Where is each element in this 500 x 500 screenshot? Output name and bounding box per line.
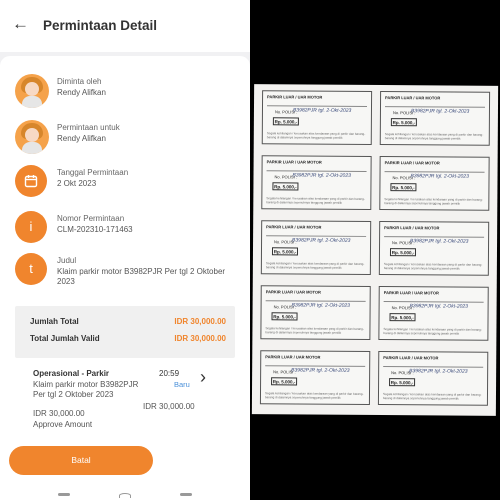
receipt-photo: PARKIR LUAR / UAR MOTOR No. POLISI : B3982… [250,0,500,500]
expense-description: Klaim parkir motor B3982PJR Per tgl 2 Ok… [33,380,139,399]
ticket-price: Rp. 5.000,- [271,377,298,386]
parking-ticket: PARKIR LUAR / UAR MOTOR No. POLISI : B3982… [379,91,491,146]
ticket-plate-handwriting: B3982PJR tgl. 2-Okt-2023 [292,172,351,179]
parking-ticket: PARKIR LUAR / UAR MOTOR No. POLISI : B3982… [378,221,490,276]
parking-ticket: PARKIR LUAR / UAR MOTOR No. POLISI : B3982… [260,220,372,275]
parking-ticket: PARKIR LUAR / UAR MOTOR No. POLISI : B3982… [261,90,373,145]
parking-ticket: PARKIR LUAR / UAR MOTOR No. POLISI : B3982… [379,156,490,211]
ticket-price: Rp. 5.000,- [272,117,299,126]
detail-value: CLM-202310-171463 [57,225,133,234]
parking-ticket: PARKIR LUAR / UAR MOTOR No. POLISI : B3982… [378,286,489,341]
ticket-plate-handwriting: B3982PJR tgl. 2-Okt-2023 [292,237,351,244]
ticket-title: PARKIR LUAR / UAR MOTOR [267,94,323,100]
ticket-footer: Segala kehilangan / kerusakan atas kenda… [384,132,484,141]
approve-amount-label: Approve Amount [33,420,93,429]
ticket-title: PARKIR LUAR / UAR MOTOR [383,290,439,296]
info-icon: i [15,211,47,243]
ticket-price: Rp. 5.000,- [389,378,416,387]
ticket-title: PARKIR LUAR / UAR MOTOR [266,159,322,165]
ticket-footer: Segala kehilangan / kerusakan atas kenda… [382,392,482,401]
parking-tickets-sheet: PARKIR LUAR / UAR MOTOR No. POLISI : B3982… [251,84,499,416]
ticket-plate-handwriting: B3982PJR tgl. 2-Okt-2023 [410,108,470,115]
detail-value: Rendy Alifkan [57,134,106,143]
ticket-plate-handwriting: B3982PJR tgl. 2-Okt-2023 [291,302,351,309]
ticket-plate-handwriting: B3982PJR tgl. 2-Okt-2023 [410,173,469,180]
arrow-left-icon[interactable]: ← [12,14,29,34]
calendar-icon [15,165,47,197]
amount-summary: Jumlah Total IDR 30,000.00 Total Jumlah … [15,306,235,358]
expense-amount-right: IDR 30,000.00 [143,402,195,411]
detail-label: Tanggal Permintaan [57,168,129,177]
ticket-title: PARKIR LUAR / UAR MOTOR [385,95,441,101]
ticket-title: PARKIR LUAR / UAR MOTOR [266,224,322,230]
chevron-right-icon[interactable]: › [200,367,206,388]
ticket-plate-handwriting: B3982PJR tgl. 2-Okt-2023 [409,303,469,310]
detail-label: Permintaan untuk [57,123,120,132]
ticket-footer: Segala kehilangan / kerusakan atas kenda… [265,261,365,270]
avatar [15,120,49,154]
title-icon: t [15,253,47,285]
ticket-footer: Segala kehilangan / kerusakan atas kenda… [264,391,364,400]
detail-label: Judul [57,256,77,265]
expense-time: 20:59 [159,369,180,378]
ticket-title: PARKIR LUAR / UAR MOTOR [384,225,440,231]
ticket-title: PARKIR LUAR / UAR MOTOR [265,289,321,295]
cancel-button[interactable]: Batal [9,446,153,475]
home-nav-icon[interactable] [119,493,131,498]
ticket-price: Rp. 5.000,- [390,118,417,127]
back-nav-icon[interactable] [180,493,192,496]
avatar [15,74,49,108]
parking-ticket: PARKIR LUAR / UAR MOTOR No. POLISI : B3982… [260,285,371,340]
detail-value: Klaim parkir motor B3982PJR Per tgl 2 Ok… [57,267,226,286]
ticket-price: Rp. 5.000,- [389,248,417,257]
ticket-title: PARKIR LUAR / UAR MOTOR [384,160,440,166]
system-nav-bar [0,492,250,500]
valid-total-value: IDR 30,000.00 [174,334,226,343]
ticket-footer: Segala kehilangan / kerusakan atas kenda… [383,262,483,271]
ticket-price: Rp. 5.000,- [272,182,299,191]
app-header: ← Permintaan Detail [0,0,250,52]
ticket-footer: Segala kehilangan / kerusakan atas kenda… [266,131,366,140]
ticket-title: PARKIR LUAR / UAR MOTOR [265,354,321,360]
ticket-footer: Segala kehilangan / kerusakan atas kenda… [384,197,483,206]
valid-total-label: Total Jumlah Valid [30,334,100,343]
ticket-footer: Segala kehilangan / kerusakan atas kenda… [383,327,482,336]
status-badge: Baru [174,380,190,389]
ticket-plate-handwriting: B3982PJR tgl. 2-Okt-2023 [410,238,469,245]
ticket-title: PARKIR LUAR / UAR MOTOR [383,355,439,361]
ticket-price: Rp. 5.000,- [389,313,416,322]
total-value: IDR 30,000.00 [174,317,226,326]
total-label: Jumlah Total [30,317,79,326]
expense-category: Operasional - Parkir [33,369,110,378]
detail-value: 2 Okt 2023 [57,179,97,188]
menu-nav-icon[interactable] [58,493,70,496]
ticket-plate-handwriting: B3982PJR tgl. 2-Okt-2023 [292,107,352,114]
mobile-app-panel: ← Permintaan Detail Diminta oleh Rendy A… [0,0,250,500]
ticket-plate-handwriting: B3982PJR tgl. 2-Okt-2023 [409,368,468,375]
page-title: Permintaan Detail [43,18,158,33]
ticket-plate-handwriting: B3982PJR tgl. 2-Okt-2023 [291,367,350,374]
parking-ticket: PARKIR LUAR / UAR MOTOR No. POLISI : B3982… [377,351,489,406]
parking-ticket: PARKIR LUAR / UAR MOTOR No. POLISI : B3982… [259,350,371,405]
ticket-price: Rp. 5.000,- [271,312,298,321]
detail-value: Rendy Alifkan [57,88,106,97]
ticket-footer: Segala kehilangan / kerusakan atas kenda… [266,196,365,205]
expense-amount: IDR 30,000.00 [33,409,85,418]
ticket-price: Rp. 5.000,- [271,247,299,256]
ticket-price: Rp. 5.000,- [390,183,417,192]
detail-label: Nomor Permintaan [57,214,125,223]
parking-ticket: PARKIR LUAR / UAR MOTOR No. POLISI : B3982… [261,155,372,210]
ticket-footer: Segala kehilangan / kerusakan atas kenda… [265,326,364,335]
detail-label: Diminta oleh [57,77,102,86]
